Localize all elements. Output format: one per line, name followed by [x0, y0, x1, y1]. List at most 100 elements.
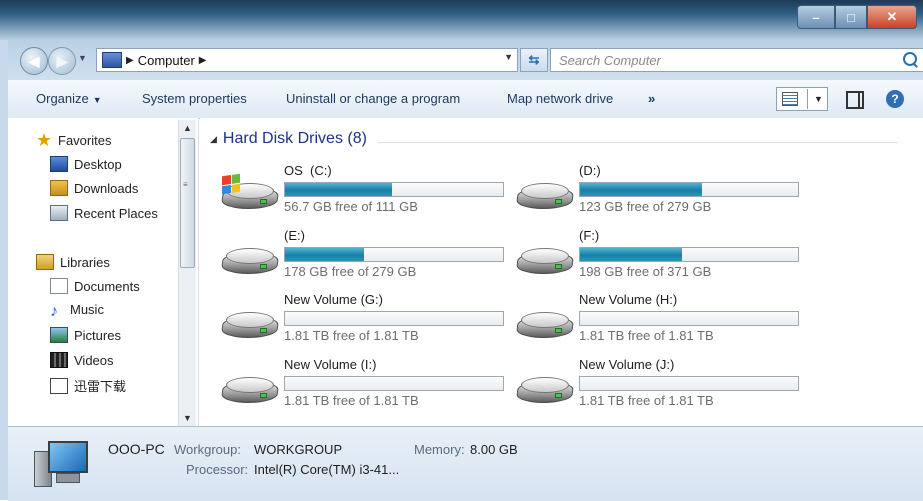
sidebar-item-xunlei-download[interactable]: 迅雷下载 — [50, 376, 126, 395]
sidebar-item-favorites[interactable]: ★ Favorites — [36, 130, 111, 151]
maximize-button[interactable]: □ — [835, 5, 867, 29]
music-icon: ♪ — [50, 302, 58, 320]
capacity-bar — [579, 247, 799, 262]
group-title: Hard Disk Drives (8) — [222, 130, 367, 147]
sidebar-item-pictures[interactable]: Pictures — [50, 327, 121, 343]
nav-scrollbar[interactable]: ▲ ≡ ▼ — [178, 120, 196, 426]
computer-icon — [102, 52, 122, 68]
sidebar-item-videos[interactable]: Videos — [50, 352, 114, 368]
window-controls: – □ ✕ — [797, 5, 917, 29]
drive-item[interactable]: (F:) 198 GB free of 371 GB — [515, 228, 800, 288]
sidebar-item-label: Pictures — [74, 327, 121, 343]
free-space-text: 1.81 TB free of 1.81 TB — [579, 393, 714, 408]
help-icon[interactable]: ? — [886, 90, 904, 108]
group-divider — [378, 142, 898, 143]
search-input[interactable]: Search Computer — [550, 48, 923, 72]
view-divider — [807, 89, 808, 109]
minimize-button[interactable]: – — [797, 5, 835, 29]
hard-disk-icon — [220, 246, 280, 276]
memory-label: Memory: — [414, 442, 465, 457]
sidebar-item-libraries[interactable]: Libraries — [36, 254, 110, 270]
hard-disk-icon — [220, 310, 280, 340]
sidebar-item-label: Videos — [74, 352, 114, 368]
breadcrumb-chevron-icon[interactable]: ▶ — [126, 55, 134, 66]
sidebar-item-desktop[interactable]: Desktop — [50, 156, 122, 172]
breadcrumb-computer[interactable]: Computer — [138, 53, 195, 68]
drive-item[interactable]: (E:) 178 GB free of 279 GB — [220, 228, 505, 288]
map-network-drive-button[interactable]: Map network drive — [507, 91, 613, 106]
content-pane: ◢ Hard Disk Drives (8) OS (C:) 56.7 GB f… — [200, 118, 923, 426]
sidebar-item-label: Recent Places — [74, 205, 158, 221]
address-dropdown-icon[interactable]: ▼ — [504, 52, 513, 62]
hard-disk-icon — [515, 181, 575, 211]
sidebar-item-documents[interactable]: Documents — [50, 278, 140, 294]
free-space-text: 56.7 GB free of 111 GB — [284, 199, 418, 214]
sidebar-item-music[interactable]: ♪ Music — [50, 302, 104, 320]
drive-item[interactable]: New Volume (J:) 1.81 TB free of 1.81 TB — [515, 357, 800, 417]
sidebar-item-label: 迅雷下载 — [74, 379, 127, 394]
change-view-button[interactable]: ▼ — [776, 87, 828, 111]
chevron-down-icon: ▼ — [92, 95, 102, 105]
pc-name: OOO-PC — [108, 441, 165, 457]
search-icon[interactable] — [903, 52, 917, 66]
scroll-thumb[interactable] — [180, 138, 195, 268]
capacity-bar — [579, 182, 799, 197]
hard-disk-icon — [220, 375, 280, 405]
breadcrumb-chevron-icon[interactable]: ▶ — [199, 55, 207, 66]
sidebar-item-recent-places[interactable]: Recent Places — [50, 205, 158, 221]
recent-pages-dropdown[interactable]: ▼ — [78, 53, 87, 63]
collapse-arrow-icon[interactable]: ◢ — [210, 134, 217, 145]
hard-disk-icon — [220, 173, 280, 211]
details-pane: OOO-PC Workgroup: WORKGROUP Memory: 8.00… — [8, 426, 923, 501]
address-bar[interactable]: ▶ Computer ▶ ▼ — [96, 48, 518, 72]
desktop-icon — [50, 156, 68, 172]
free-space-text: 198 GB free of 371 GB — [579, 264, 712, 279]
drive-item[interactable]: New Volume (I:) 1.81 TB free of 1.81 TB — [220, 357, 505, 417]
capacity-bar-fill — [285, 183, 392, 196]
capacity-bar — [284, 182, 504, 197]
capacity-bar — [284, 311, 504, 326]
organize-button[interactable]: Organize ▼ — [36, 91, 102, 106]
scroll-down-icon[interactable]: ▼ — [183, 413, 192, 423]
drive-label: (E:) — [284, 228, 305, 243]
explorer-window: – □ ✕ ◀ ▶ ▼ ▶ Computer ▶ ▼ ⇆ Search Comp… — [0, 0, 923, 501]
system-properties-button[interactable]: System properties — [142, 91, 247, 106]
title-bar[interactable]: – □ ✕ — [0, 0, 923, 40]
free-space-text: 1.81 TB free of 1.81 TB — [284, 393, 419, 408]
drive-item[interactable]: (D:) 123 GB free of 279 GB — [515, 163, 800, 223]
group-header[interactable]: ◢ Hard Disk Drives (8) — [210, 130, 367, 148]
sidebar-item-label: Downloads — [74, 180, 139, 196]
uninstall-program-button[interactable]: Uninstall or change a program — [286, 91, 460, 106]
forward-button[interactable]: ▶ — [48, 47, 76, 75]
free-space-text: 1.81 TB free of 1.81 TB — [284, 328, 419, 343]
refresh-button[interactable]: ⇆ — [520, 48, 548, 72]
capacity-bar — [284, 247, 504, 262]
sidebar-item-label: Libraries — [60, 254, 110, 270]
drive-item[interactable]: New Volume (G:) 1.81 TB free of 1.81 TB — [220, 292, 505, 352]
capacity-bar-fill — [285, 248, 364, 261]
drive-item[interactable]: OS (C:) 56.7 GB free of 111 GB — [220, 163, 505, 223]
close-button[interactable]: ✕ — [867, 5, 917, 29]
sidebar-item-label: Music — [70, 302, 104, 317]
sidebar-item-downloads[interactable]: Downloads — [50, 180, 138, 196]
documents-icon — [50, 278, 68, 294]
memory-value: 8.00 GB — [470, 442, 518, 457]
address-row: ◀ ▶ ▼ ▶ Computer ▶ ▼ ⇆ Search Computer — [8, 40, 923, 80]
preview-pane-icon[interactable] — [846, 91, 864, 109]
drive-label: New Volume (J:) — [579, 357, 675, 372]
scroll-grip-icon: ≡ — [183, 180, 188, 189]
pictures-icon — [50, 327, 68, 343]
drive-item[interactable]: New Volume (H:) 1.81 TB free of 1.81 TB — [515, 292, 800, 352]
windows-logo-icon — [222, 173, 240, 195]
xunlei-download-icon — [50, 377, 68, 394]
videos-icon — [50, 352, 68, 368]
capacity-bar-fill — [580, 248, 682, 261]
capacity-bar — [579, 376, 799, 391]
back-button[interactable]: ◀ — [20, 47, 48, 75]
computer-icon — [34, 441, 88, 487]
navigation-pane: ★ Favorites Desktop Downloads Recent Pla… — [8, 118, 199, 426]
more-commands-button[interactable]: » — [648, 91, 655, 106]
scroll-up-icon[interactable]: ▲ — [183, 123, 192, 133]
free-space-text: 1.81 TB free of 1.81 TB — [579, 328, 714, 343]
chevron-down-icon[interactable]: ▼ — [814, 94, 823, 104]
